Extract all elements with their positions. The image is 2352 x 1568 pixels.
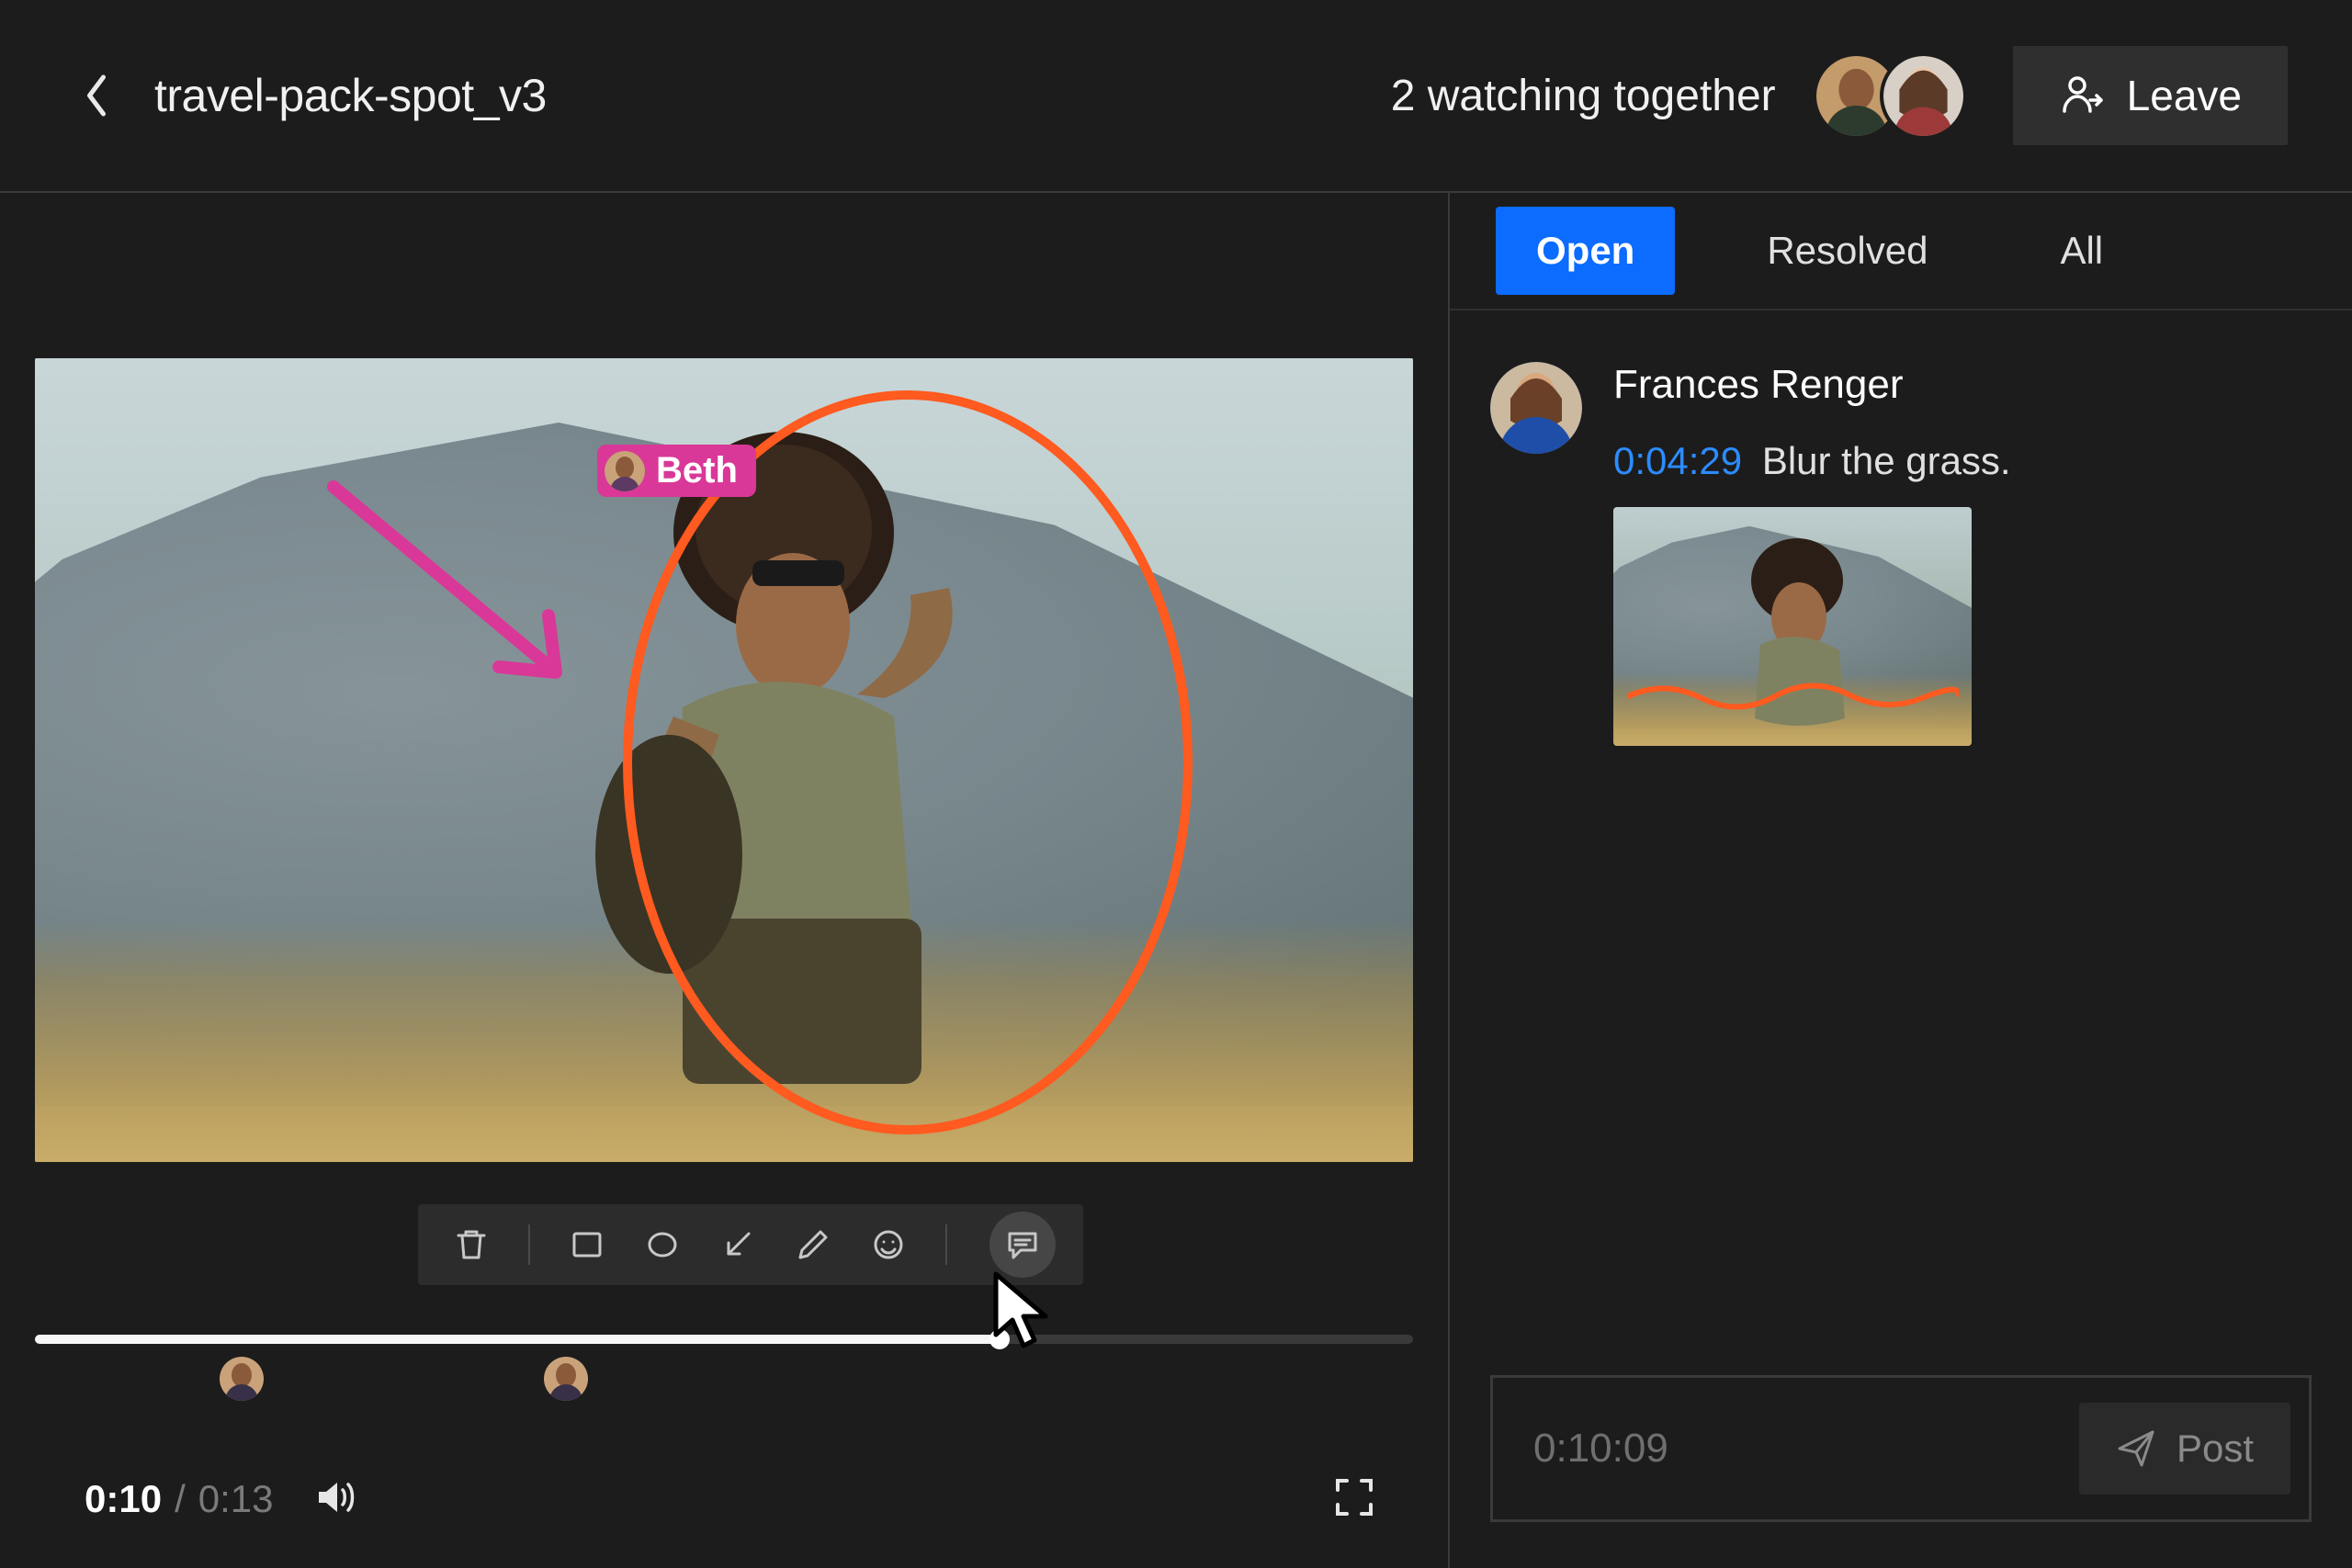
leave-button[interactable]: Leave — [2013, 46, 2288, 145]
volume-icon[interactable] — [313, 1475, 357, 1524]
send-icon — [2116, 1428, 2156, 1469]
comment-body: Frances Renger 0:04:29 Blur the grass. — [1613, 362, 2297, 746]
watching-label: 2 watching together — [1391, 71, 1776, 121]
video-panel: Beth — [0, 193, 1450, 1568]
time-current: 0:10 — [85, 1477, 162, 1521]
ellipse-icon[interactable] — [640, 1223, 684, 1267]
timeline-fill — [35, 1335, 1000, 1344]
timeline[interactable] — [35, 1335, 1413, 1344]
comments-panel: Open Resolved All Frances Renger 0:04:29… — [1450, 193, 2352, 1568]
app-root: travel-pack-spot_v3 2 watching together … — [0, 0, 2352, 1568]
tab-all[interactable]: All — [2019, 207, 2143, 295]
leave-icon — [2059, 73, 2105, 118]
divider — [945, 1224, 947, 1265]
avatar[interactable] — [1880, 52, 1967, 140]
video-frame[interactable]: Beth — [35, 358, 1413, 1162]
comment-item[interactable]: Frances Renger 0:04:29 Blur the grass. — [1490, 362, 2297, 746]
trash-icon[interactable] — [449, 1223, 493, 1267]
annotation-toolbar — [418, 1204, 1083, 1285]
emoji-icon[interactable] — [866, 1223, 910, 1267]
rectangle-icon[interactable] — [565, 1223, 609, 1267]
post-button[interactable]: Post — [2079, 1403, 2290, 1495]
leave-label: Leave — [2127, 71, 2242, 120]
toolbar-wrapper — [0, 1162, 1448, 1419]
comment-text: 0:04:29 Blur the grass. — [1613, 439, 2297, 483]
body: Beth — [0, 193, 2352, 1568]
tab-resolved[interactable]: Resolved — [1726, 207, 1968, 295]
collaborator-cursor-tag: Beth — [597, 445, 756, 497]
comment-author: Frances Renger — [1613, 362, 2297, 408]
divider — [528, 1224, 530, 1265]
avatar — [605, 451, 645, 491]
timeline-handle[interactable] — [989, 1329, 1010, 1349]
playback-controls: 0:10 / 0:13 — [0, 1430, 1448, 1568]
timeline-marker[interactable] — [544, 1357, 588, 1401]
comment-icon[interactable] — [989, 1212, 1056, 1278]
comment-thumbnail[interactable] — [1613, 507, 1972, 746]
comment-timestamp[interactable]: 0:04:29 — [1613, 439, 1742, 482]
comment-tabs: Open Resolved All — [1450, 193, 2352, 310]
composer-placeholder: 0:10:09 — [1533, 1426, 1668, 1472]
fullscreen-icon[interactable] — [1334, 1477, 1374, 1522]
pen-icon[interactable] — [791, 1223, 835, 1267]
comment-message: Blur the grass. — [1762, 439, 2011, 482]
comment-composer: 0:10:09 Post — [1450, 1375, 2352, 1568]
page-title: travel-pack-spot_v3 — [154, 69, 547, 122]
video-stage: Beth — [0, 193, 1448, 1162]
avatar — [1490, 362, 1582, 454]
timeline-marker[interactable] — [220, 1357, 264, 1401]
time-separator: / — [175, 1477, 186, 1521]
comment-list: Frances Renger 0:04:29 Blur the grass. — [1450, 310, 2352, 1375]
tab-open[interactable]: Open — [1496, 207, 1675, 295]
back-icon[interactable] — [83, 73, 110, 118]
arrow-icon[interactable] — [716, 1223, 760, 1267]
video-subject — [545, 423, 1041, 1162]
header: travel-pack-spot_v3 2 watching together … — [0, 0, 2352, 193]
time-total: 0:13 — [198, 1477, 274, 1521]
composer-input[interactable]: 0:10:09 Post — [1490, 1375, 2312, 1522]
watcher-avatars — [1813, 52, 1967, 140]
collaborator-name: Beth — [656, 450, 738, 491]
post-label: Post — [2177, 1427, 2254, 1471]
